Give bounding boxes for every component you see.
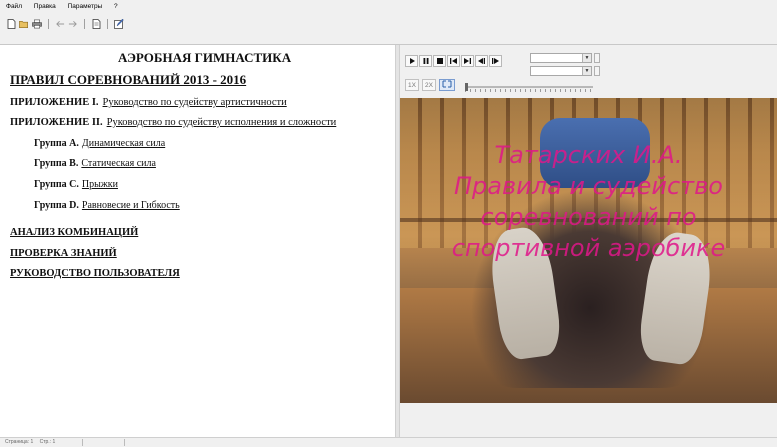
group-b-line: Группа В. Статическая сила xyxy=(34,158,156,169)
video-caption-line-2: Правила и судейство xyxy=(454,172,723,200)
spin-control-2[interactable] xyxy=(594,66,600,76)
menu-file[interactable]: Файл xyxy=(6,3,22,10)
menu-bar: Файл Правка Параметры ? xyxy=(0,0,777,14)
menu-edit[interactable]: Правка xyxy=(34,3,56,10)
page-title: АЭРОБНАЯ ГИМНАСТИКА xyxy=(118,50,292,65)
status-pages: Стр.: 1 xyxy=(39,439,56,445)
group-d-link[interactable]: Равновесие и Гибкость xyxy=(82,200,180,211)
forward-arrow-icon[interactable] xyxy=(68,19,78,29)
appendix-1-label: ПРИЛОЖЕНИЕ I. xyxy=(10,97,99,108)
chevron-down-icon[interactable]: ▼ xyxy=(582,67,591,75)
status-separator xyxy=(82,439,83,446)
group-c-link[interactable]: Прыжки xyxy=(82,179,118,190)
chevron-down-icon[interactable]: ▼ xyxy=(582,54,591,62)
player-controls: ▼ ▼ 1X 2X xyxy=(400,45,777,98)
toolbar-separator xyxy=(48,18,49,29)
video-caption-line-4: спортивной аэробике xyxy=(451,234,726,262)
group-b-label: Группа В. xyxy=(34,158,79,169)
fit-screen-icon[interactable] xyxy=(438,79,455,91)
page-icon[interactable] xyxy=(91,18,101,29)
appendix-1-line: ПРИЛОЖЕНИЕ I. Руководство по судейству ар… xyxy=(10,97,287,108)
skip-start-icon[interactable] xyxy=(447,55,460,67)
group-a-line: Группа А. Динамическая сила xyxy=(34,138,165,149)
video-caption-line-1: Татарских И.А. xyxy=(494,141,683,169)
back-arrow-icon[interactable] xyxy=(55,19,65,29)
video-frame[interactable]: Татарских И.А. Правила и судейство сорев… xyxy=(400,98,777,403)
toolbar-separator xyxy=(84,18,85,29)
status-separator xyxy=(124,439,125,446)
appendix-2-label: ПРИЛОЖЕНИЕ II. xyxy=(10,117,103,128)
pause-icon[interactable] xyxy=(419,55,432,67)
speed-2x-button[interactable]: 2X xyxy=(421,79,436,91)
appendix-2-line: ПРИЛОЖЕНИЕ II. Руководство по судейству и… xyxy=(10,117,336,128)
group-d-label: Группа D. xyxy=(34,200,79,211)
skip-end-icon[interactable] xyxy=(461,55,474,67)
seek-slider-thumb[interactable] xyxy=(465,83,468,91)
spin-control-1[interactable] xyxy=(594,53,600,63)
group-c-label: Группа С. xyxy=(34,179,79,190)
media-combo-2[interactable]: ▼ xyxy=(530,66,592,76)
seek-slider-ticks xyxy=(465,89,593,92)
rules-heading-link[interactable]: ПРАВИЛ СОРЕВНОВАНИЙ 2013 - 2016 xyxy=(10,72,246,88)
content-pane: АЭРОБНАЯ ГИМНАСТИКА ПРАВИЛ СОРЕВНОВАНИЙ … xyxy=(0,45,395,437)
group-a-label: Группа А. xyxy=(34,138,79,149)
group-d-line: Группа D. Равновесие и Гибкость xyxy=(34,200,180,211)
toolbar-separator xyxy=(107,18,108,29)
seek-slider[interactable] xyxy=(465,83,593,92)
knowledge-check-link[interactable]: ПРОВЕРКА ЗНАНИЙ xyxy=(10,248,117,259)
status-page: Страница: 1 xyxy=(5,439,34,445)
speed-1x-button[interactable]: 1X xyxy=(405,79,419,91)
stop-icon[interactable] xyxy=(433,55,446,67)
appendix-2-link[interactable]: Руководство по судейству исполнения и сл… xyxy=(107,117,337,128)
open-folder-icon[interactable] xyxy=(19,19,29,29)
combination-analysis-link[interactable]: АНАЛИЗ КОМБИНАЦИЙ xyxy=(10,227,138,238)
new-document-icon[interactable] xyxy=(6,18,16,29)
appendix-1-link[interactable]: Руководство по судейству артистичности xyxy=(103,97,287,108)
seek-slider-track xyxy=(465,86,593,88)
media-combo-1[interactable]: ▼ xyxy=(530,53,592,63)
user-guide-link[interactable]: РУКОВОДСТВО ПОЛЬЗОВАТЕЛЯ xyxy=(10,268,180,279)
group-a-link[interactable]: Динамическая сила xyxy=(82,138,165,149)
menu-parameters[interactable]: Параметры xyxy=(68,3,103,10)
print-icon[interactable] xyxy=(32,19,42,29)
play-icon[interactable] xyxy=(405,55,418,67)
step-back-icon[interactable] xyxy=(475,55,488,67)
edit-icon[interactable] xyxy=(114,18,124,29)
group-c-line: Группа С. Прыжки xyxy=(34,179,118,190)
menu-help[interactable]: ? xyxy=(114,3,118,10)
toolbar xyxy=(0,14,777,45)
media-player: ▼ ▼ 1X 2X Татарских И.А. Правила и судей… xyxy=(400,45,777,437)
group-b-link[interactable]: Статическая сила xyxy=(81,158,156,169)
video-caption: Татарских И.А. Правила и судейство сорев… xyxy=(400,140,777,264)
video-caption-line-3: соревнований по xyxy=(480,203,697,231)
step-forward-icon[interactable] xyxy=(489,55,502,67)
